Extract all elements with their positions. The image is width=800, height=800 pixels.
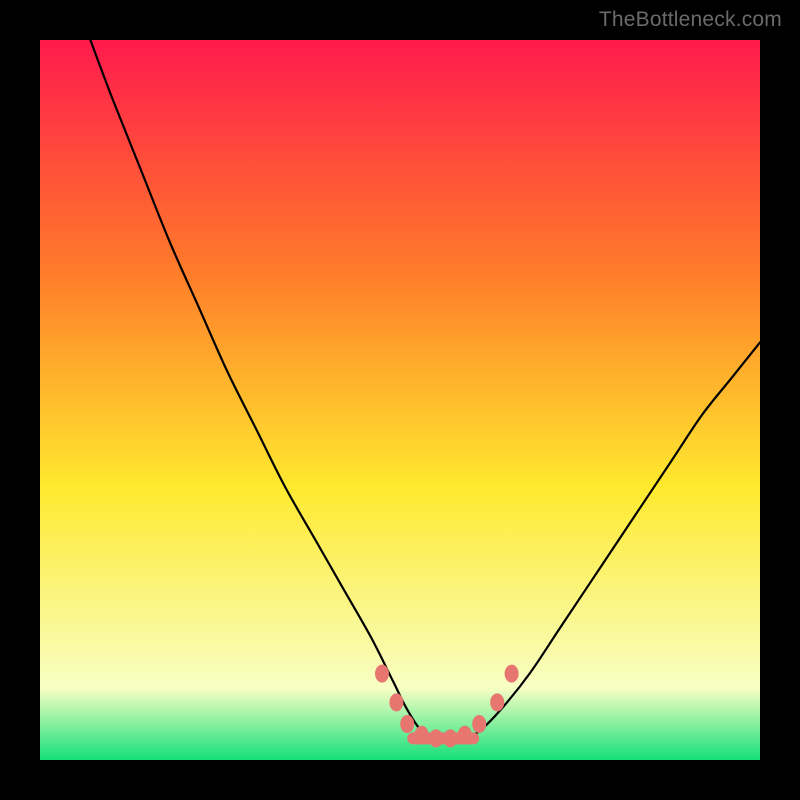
chart-frame: TheBottleneck.com: [0, 0, 800, 800]
curve-marker: [490, 693, 504, 711]
curve-marker: [400, 715, 414, 733]
flat-region-markers: [40, 40, 760, 760]
curve-marker: [472, 715, 486, 733]
curve-marker: [505, 665, 519, 683]
curve-marker: [429, 729, 443, 747]
curve-marker: [389, 693, 403, 711]
curve-marker: [415, 726, 429, 744]
curve-marker: [375, 665, 389, 683]
watermark-text: TheBottleneck.com: [599, 8, 782, 32]
curve-marker: [443, 729, 457, 747]
plot-area: [40, 40, 760, 760]
curve-marker: [458, 726, 472, 744]
